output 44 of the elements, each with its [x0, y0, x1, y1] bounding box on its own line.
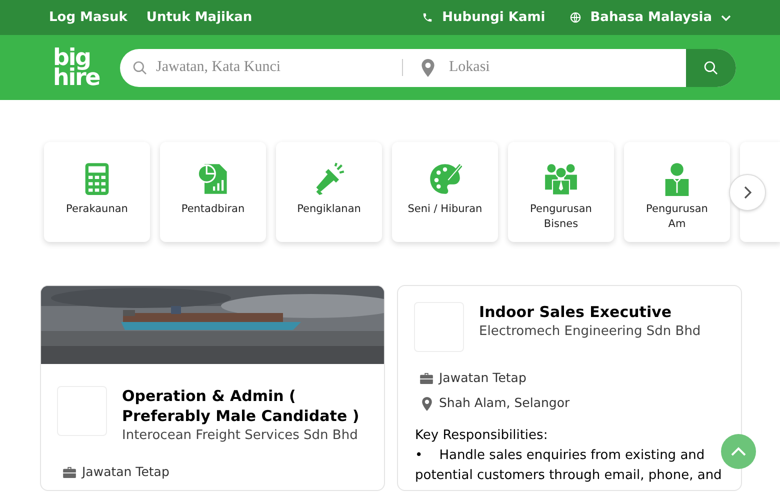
chevron-right-icon	[744, 186, 752, 199]
globe-icon	[570, 12, 582, 23]
job-card[interactable]: Operation & Admin ( Preferably Male Candidate ) Interocean Freight Services Sdn Bhd Jawatan Tetap	[40, 285, 385, 491]
category-label: Pentadbiran	[180, 202, 246, 217]
briefcase-icon	[420, 373, 433, 384]
map-pin-icon	[421, 58, 435, 76]
job-location: Shah Alam, Selangor	[439, 394, 570, 412]
category-label: Pengiklanan	[296, 202, 362, 217]
location-field[interactable]: Lokasi	[449, 56, 686, 79]
category-card[interactable]: Pengurusan Am	[624, 142, 730, 242]
category-card[interactable]: Pengurusan Bisnes	[508, 142, 614, 242]
category-card[interactable]: Pengiklanan	[276, 142, 382, 242]
category-card[interactable]: Perakaunan	[44, 142, 150, 242]
contact-link[interactable]: Hubungi Kami	[442, 8, 546, 28]
employer-link[interactable]: Untuk Majikan	[146, 8, 252, 28]
category-card[interactable]: Seni / Hiburan	[392, 142, 498, 242]
category-label: Pengurusan Am	[645, 202, 709, 232]
job-title[interactable]: Indoor Sales Executive	[479, 302, 701, 322]
login-link[interactable]: Log Masuk	[49, 8, 128, 28]
category-label: Pengurusan Bisnes	[529, 202, 593, 232]
job-title[interactable]: Operation & Admin ( Preferably Male Candidate )	[122, 386, 368, 426]
job-description: Key Responsibilities:	[415, 427, 549, 445]
company-name: Interocean Freight Services Sdn Bhd	[122, 427, 359, 445]
category-card[interactable]: Pentadbiran	[160, 142, 266, 242]
job-type: Jawatan Tetap	[82, 463, 170, 482]
chevron-down-icon	[721, 14, 731, 20]
phone-icon	[422, 12, 434, 23]
chevron-up-icon	[731, 447, 746, 456]
palette-icon	[428, 162, 462, 196]
keyword-field[interactable]: Jawatan, Kata Kunci	[156, 56, 391, 79]
briefcase-icon	[63, 467, 76, 478]
category-label: Seni / Hiburan	[406, 202, 484, 217]
company-name: Electromech Engineering Sdn Bhd	[479, 323, 701, 341]
search-icon	[703, 60, 719, 76]
search-button[interactable]	[686, 48, 736, 86]
job-type: Jawatan Tetap	[439, 369, 526, 388]
search-icon	[132, 60, 148, 76]
job-description: • Handle sales enquiries from existing and potential customers through email, phone, and	[415, 447, 723, 485]
job-card[interactable]: Indoor Sales Executive Electromech Engineering Sdn Bhd Jawatan Tetap Shah Alam, Selangor Key Responsibilities: • Handle sales enquiries from existing and potential customers through email, phone, and	[397, 285, 742, 491]
group-icon	[544, 162, 578, 196]
report-icon	[196, 162, 230, 196]
map-pin-icon	[422, 396, 432, 410]
category-label: Perakaunan	[65, 202, 129, 217]
language-selector[interactable]: Bahasa Malaysia	[590, 8, 712, 28]
